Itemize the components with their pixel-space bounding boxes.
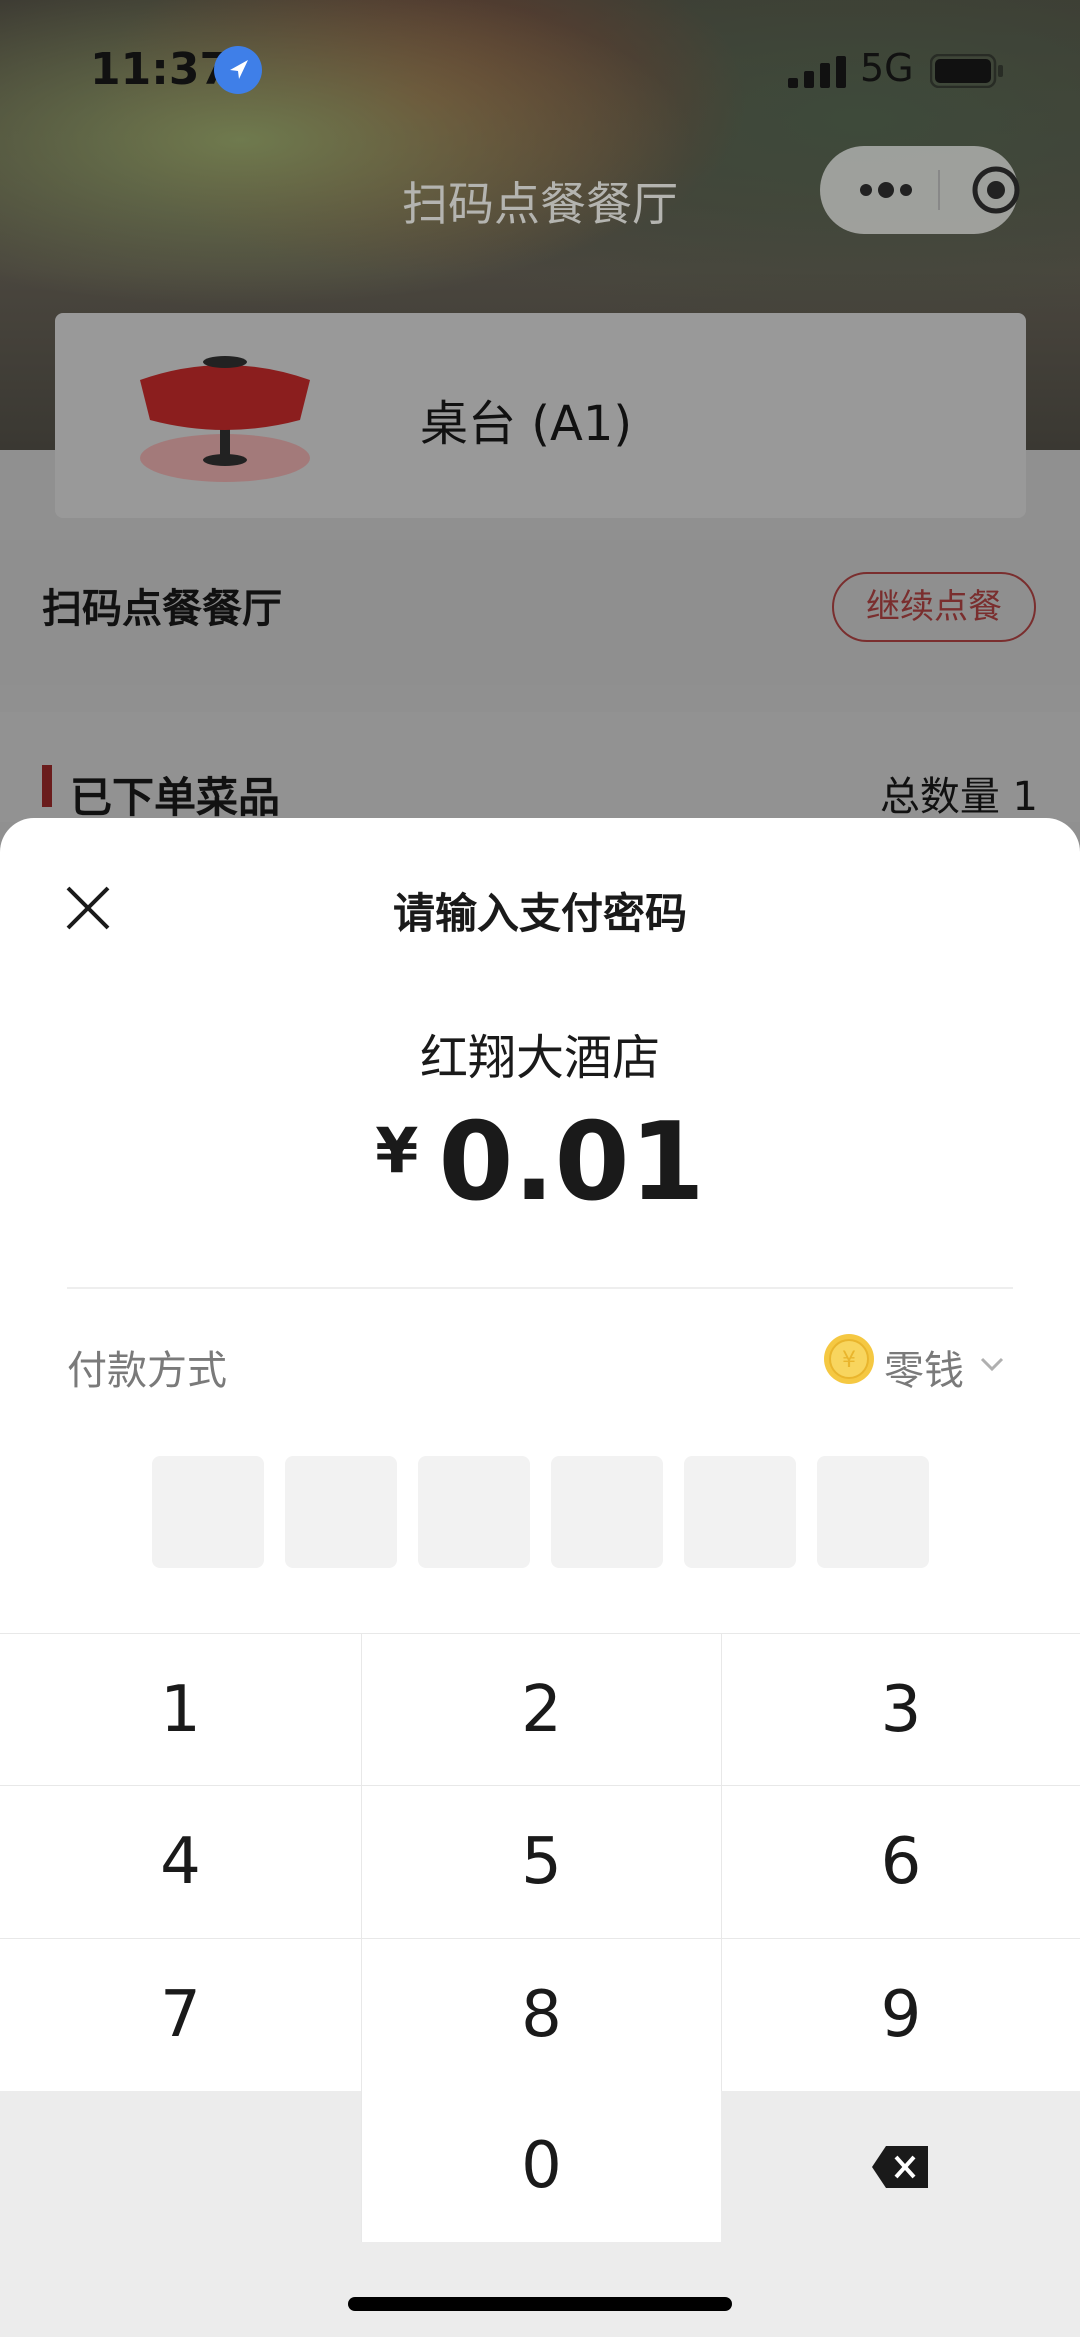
pin-box[interactable] bbox=[551, 1456, 663, 1568]
divider bbox=[67, 1287, 1013, 1289]
continue-order-button[interactable]: 继续点餐 bbox=[832, 572, 1036, 642]
status-time: 11:37 bbox=[90, 44, 231, 95]
modal-title: 请输入支付密码 bbox=[392, 889, 687, 938]
key-7[interactable]: 7 bbox=[0, 1938, 361, 2091]
backspace-icon[interactable] bbox=[870, 2144, 930, 2190]
payment-amount: ¥0.01 bbox=[0, 1100, 1080, 1225]
key-5[interactable]: 5 bbox=[361, 1785, 721, 1938]
coin-icon[interactable]: ¥ bbox=[822, 1332, 876, 1386]
location-arrow-icon bbox=[214, 46, 262, 94]
screen: 11:37 5G 扫码点餐餐厅 桌台 (A1) 扫码点餐餐厅 继续点餐 已下单菜… bbox=[0, 0, 1080, 2337]
key-3[interactable]: 3 bbox=[721, 1633, 1080, 1785]
home-indicator bbox=[348, 2297, 732, 2311]
pin-box[interactable] bbox=[684, 1456, 796, 1568]
restaurant-name: 扫码点餐餐厅 bbox=[42, 586, 282, 632]
key-2[interactable]: 2 bbox=[361, 1633, 721, 1785]
pin-box[interactable] bbox=[418, 1456, 530, 1568]
dining-table-icon bbox=[140, 356, 310, 482]
pin-box[interactable] bbox=[285, 1456, 397, 1568]
key-0[interactable]: 0 bbox=[361, 2091, 721, 2242]
cellular-signal-icon bbox=[788, 56, 846, 88]
amount-value: 0.01 bbox=[438, 1100, 705, 1225]
currency-symbol: ¥ bbox=[375, 1114, 419, 1187]
key-6[interactable]: 6 bbox=[721, 1785, 1080, 1938]
total-count: 总数量 1 bbox=[879, 774, 1038, 820]
more-dots-icon[interactable] bbox=[856, 176, 916, 204]
table-label: 桌台 (A1) bbox=[420, 396, 633, 452]
pin-box[interactable] bbox=[152, 1456, 264, 1568]
status-bar: 11:37 5G bbox=[0, 0, 1080, 140]
chevron-down-icon[interactable] bbox=[976, 1348, 1008, 1380]
capsule-divider bbox=[938, 170, 940, 210]
pin-input[interactable] bbox=[152, 1456, 929, 1568]
key-8[interactable]: 8 bbox=[361, 1938, 721, 2091]
pin-box[interactable] bbox=[817, 1456, 929, 1568]
payment-method-value[interactable]: 零钱 bbox=[884, 1338, 964, 1396]
section-accent-bar bbox=[42, 765, 52, 807]
key-1[interactable]: 1 bbox=[0, 1633, 361, 1785]
section-title: 已下单菜品 bbox=[70, 773, 281, 822]
key-9[interactable]: 9 bbox=[721, 1938, 1080, 2091]
key-4[interactable]: 4 bbox=[0, 1785, 361, 1938]
close-miniprogram-icon[interactable] bbox=[970, 164, 1022, 216]
battery-icon bbox=[930, 54, 1003, 88]
merchant-name: 红翔大酒店 bbox=[419, 1030, 660, 1086]
miniprogram-capsule bbox=[820, 146, 1020, 234]
network-label: 5G bbox=[860, 46, 914, 90]
payment-method-label: 付款方式 bbox=[67, 1348, 227, 1394]
svg-text:¥: ¥ bbox=[842, 1348, 856, 1373]
